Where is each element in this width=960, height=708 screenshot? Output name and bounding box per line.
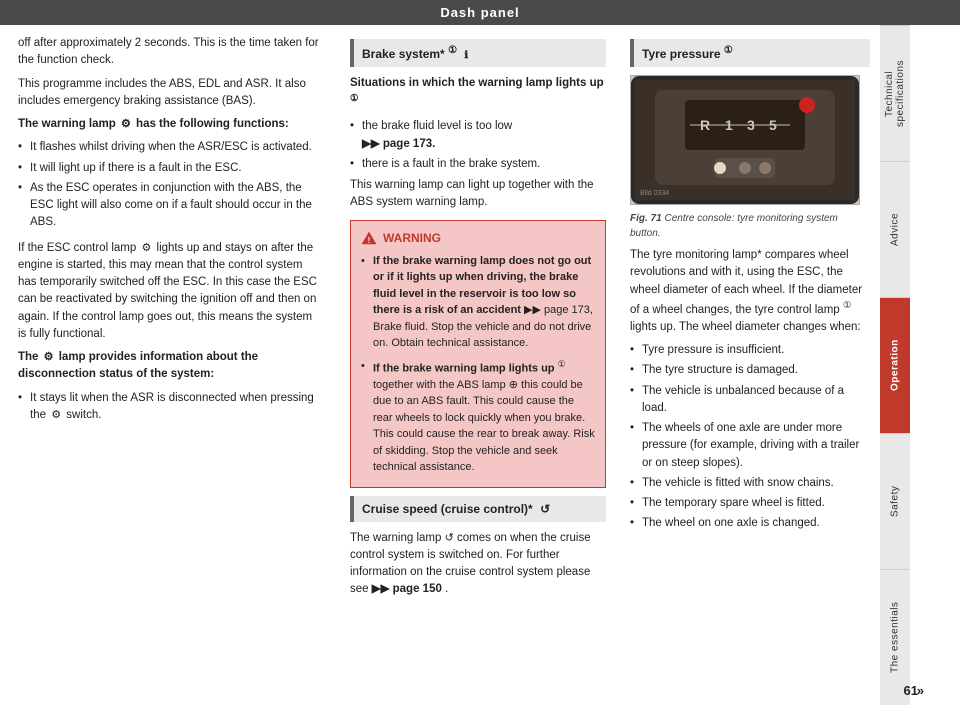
- bullet-brake-fluid: the brake fluid level is too low ▶▶ page…: [350, 118, 606, 153]
- situations-heading: Situations in which the warning lamp lig…: [350, 75, 606, 112]
- warning-bullets: If the brake warning lamp does not go ou…: [361, 253, 595, 476]
- header-title: Dash panel: [440, 5, 519, 20]
- brake-info-icon: ℹ: [464, 50, 468, 61]
- tab-safety[interactable]: Safety: [880, 433, 910, 569]
- warning-bullet-2: If the brake warning lamp lights up ① to…: [361, 358, 595, 476]
- intro-p2: This programme includes the ABS, EDL and…: [18, 76, 322, 111]
- bullet-abs-fault: As the ESC operates in conjunction with …: [18, 180, 322, 232]
- bullet-asr-disconnected: It stays lit when the ASR is disconnecte…: [18, 390, 322, 425]
- console-simulation: R 1 3 5 Bild 0334: [631, 76, 859, 204]
- brake-situations-bullets: the brake fluid level is too low ▶▶ page…: [350, 118, 606, 173]
- bullet-tyre-wheel-change: The wheel on one axle is changed.: [630, 515, 870, 532]
- tab-operation[interactable]: Operation: [880, 297, 910, 433]
- warning-lamp-heading: The warning lamp ⚙ has the following fun…: [18, 116, 322, 133]
- svg-text:!: !: [368, 236, 371, 245]
- brake-section-title: Brake system*: [362, 47, 445, 61]
- lamp-switch-icon: ⚙: [51, 409, 61, 421]
- warning-lamp-icon: ⚙: [121, 118, 131, 130]
- left-column: off after approximately 2 seconds. This …: [0, 25, 340, 705]
- console-svg: R 1 3 5 Bild 0334: [635, 80, 855, 200]
- bullet-tyre-structure: The tyre structure is damaged.: [630, 362, 870, 379]
- bullet-tyre-snow-chains: The vehicle is fitted with snow chains.: [630, 475, 870, 492]
- tyre-section-header: Tyre pressure ①: [630, 39, 870, 67]
- page-header: Dash panel: [0, 0, 960, 25]
- tyre-icon2: ①: [843, 300, 852, 311]
- sidebar-tabs: Technical specifications Advice Operatio…: [880, 25, 910, 705]
- right-column: Tyre pressure ① R 1 3 5: [620, 25, 880, 705]
- bullet-tyre-pressure: Tyre pressure is insufficient.: [630, 342, 870, 359]
- warning-lamp-bullets: It flashes whilst driving when the ASR/E…: [18, 139, 322, 231]
- cruise-lamp-icon: ↺: [445, 532, 454, 544]
- cruise-section-header: Cruise speed (cruise control)* ↺: [350, 496, 606, 522]
- warning-label: WARNING: [383, 229, 441, 247]
- control-lamp-icon: ⚙: [141, 242, 151, 254]
- lamp-info-heading-para: The ⚙ lamp provides information about th…: [18, 349, 322, 384]
- fig-caption-para: Fig. 71 Centre console: tyre monitoring …: [630, 211, 870, 241]
- warning-box: ! WARNING If the brake warning lamp does…: [350, 220, 606, 488]
- bullet-asr: It flashes whilst driving when the ASR/E…: [18, 139, 322, 156]
- lamp-info-icon: ⚙: [44, 351, 54, 363]
- svg-text:Bild 0334: Bild 0334: [640, 190, 669, 197]
- tyre-section-title: Tyre pressure: [642, 47, 721, 61]
- control-lamp-para: If the ESC control lamp ⚙ lights up and …: [18, 240, 322, 344]
- warning-bullet-1: If the brake warning lamp does not go ou…: [361, 253, 595, 352]
- tyre-text-para: The tyre monitoring lamp* compares wheel…: [630, 247, 870, 336]
- bullet-tyre-axle-pressure: The wheels of one axle are under more pr…: [630, 420, 870, 472]
- bullet-tyre-spare: The temporary spare wheel is fitted.: [630, 495, 870, 512]
- tyre-image: R 1 3 5 Bild 0334: [630, 75, 860, 205]
- together-text: This warning lamp can light up together …: [350, 177, 606, 212]
- bullet-fault-esc: It will light up if there is a fault in …: [18, 160, 322, 177]
- brake-icon: ①: [448, 45, 457, 56]
- warning-triangle-icon: !: [361, 230, 377, 246]
- cruise-text-para: The warning lamp ↺ comes on when the cru…: [350, 530, 606, 599]
- lamp-info-bullets: It stays lit when the ASR is disconnecte…: [18, 390, 322, 425]
- bullet-brake-fault: there is a fault in the brake system.: [350, 156, 606, 173]
- middle-column: Brake system* ① ℹ Situations in which th…: [340, 25, 620, 705]
- tab-advice[interactable]: Advice: [880, 161, 910, 297]
- tyre-bullets: Tyre pressure is insufficient. The tyre …: [630, 342, 870, 533]
- double-arrow: »: [917, 683, 924, 698]
- brake-section-header: Brake system* ① ℹ: [350, 39, 606, 67]
- bullet-tyre-unbalanced: The vehicle is unbalanced because of a l…: [630, 383, 870, 418]
- intro-p1: off after approximately 2 seconds. This …: [18, 35, 322, 70]
- cruise-section-title: Cruise speed (cruise control)*: [362, 502, 533, 516]
- tyre-icon: ①: [724, 45, 733, 56]
- cruise-icon: ↺: [540, 502, 550, 516]
- main-layout: off after approximately 2 seconds. This …: [0, 25, 960, 705]
- tab-technical-specifications[interactable]: Technical specifications: [880, 25, 910, 161]
- warning-header: ! WARNING: [361, 229, 595, 247]
